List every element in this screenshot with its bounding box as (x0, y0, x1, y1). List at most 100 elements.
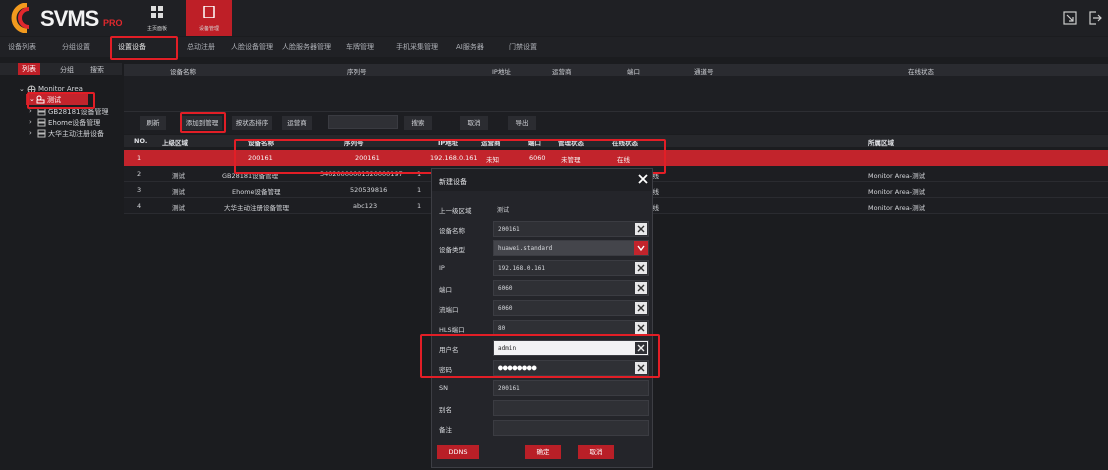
topnav-home-label: 主页面板 (146, 26, 167, 32)
device-name-input[interactable]: 200161 (493, 221, 649, 237)
dialog-title-bar: 新建设备 (432, 169, 652, 191)
highlight-menu-device-settings (110, 36, 178, 60)
refresh-button[interactable]: 刷新 (140, 116, 166, 130)
server-icon (37, 118, 46, 127)
grid-icon (151, 6, 163, 18)
port-input[interactable]: 6060 (493, 280, 649, 296)
cell-ip: 1 (417, 186, 422, 194)
cell-serial: 520539816 (350, 186, 388, 194)
clear-icon[interactable] (635, 322, 647, 334)
field-label: 端口 (439, 286, 452, 294)
menu-access-control[interactable]: 门禁设置 (509, 42, 537, 52)
menu-face-device[interactable]: 人脸设备管理 (231, 42, 273, 52)
ddns-button[interactable]: DDNS (437, 445, 479, 459)
cell-area: Monitor Area-测试 (868, 172, 926, 180)
cell-no: 4 (137, 202, 142, 210)
col-serial[interactable]: 序列号 (347, 66, 367, 76)
search-button[interactable]: 搜索 (404, 116, 432, 130)
server-icon (37, 129, 46, 138)
tab-search[interactable]: 搜索 (90, 65, 104, 75)
tree-collapse-icon[interactable]: › (29, 129, 32, 137)
cell-area: Monitor Area-测试 (868, 188, 926, 196)
brand-edition: PRO (103, 18, 123, 28)
field-parent-area: 上一级区域 测试 (432, 201, 652, 219)
menu-plate[interactable]: 车牌管理 (346, 42, 374, 52)
cell-no: 1 (137, 154, 142, 162)
stream-port-input[interactable]: 6060 (493, 300, 649, 316)
sn-input[interactable]: 200161 (493, 380, 649, 396)
dialog-cancel-button[interactable]: 取消 (578, 445, 614, 459)
menu-active-register[interactable]: 总动注册 (187, 42, 215, 52)
field-value: 6060 (498, 305, 513, 312)
field-device-name: 设备名称 200161 (432, 221, 652, 239)
sort-by-status-button[interactable]: 按状态排序 (232, 116, 272, 130)
close-icon[interactable] (637, 173, 649, 185)
col-operator[interactable]: 运营商 (552, 66, 572, 76)
col-device-name[interactable]: 设备名称 (170, 66, 196, 76)
menu-device-list[interactable]: 设备列表 (8, 42, 36, 52)
alias-input[interactable] (493, 400, 649, 416)
toolbar: 刷新 添加到管理 按状态排序 运营商 搜索 取消 导出 (124, 112, 1108, 134)
col-online[interactable]: 在线状态 (908, 66, 934, 76)
cell-parent-area: 测试 (172, 188, 185, 196)
sidebar-tabs: 列表 分组 搜索 (0, 63, 122, 75)
cell-parent-area: 测试 (172, 172, 185, 180)
menu-face-server[interactable]: 人脸服务器管理 (282, 42, 331, 52)
field-sn: SN 200161 (432, 380, 652, 398)
cell-device-name: Ehome设备管理 (232, 188, 281, 196)
topnav-home[interactable]: 主页面板 (136, 0, 178, 36)
field-label: HLS端口 (439, 326, 465, 334)
field-ip: IP 192.168.0.161 (432, 260, 652, 278)
cell-serial: abc123 (353, 202, 378, 210)
field-alias: 别名 (432, 400, 652, 418)
field-label: 别名 (439, 406, 452, 414)
tree-expand-icon[interactable]: ⌄ (19, 85, 25, 93)
topnav-device[interactable]: 设备管理 (186, 0, 232, 36)
device-type-select[interactable]: huawei.standard (493, 240, 649, 256)
field-label: SN (439, 384, 448, 392)
col-channel[interactable]: 通道号 (694, 66, 714, 76)
clear-icon[interactable] (635, 282, 647, 294)
cancel-button[interactable]: 取消 (460, 116, 488, 130)
sidebar: 列表 分组 搜索 ⌄ Monitor Area ⌄ 测试 › GB28181设备… (0, 63, 122, 470)
logout-icon[interactable] (1088, 11, 1102, 25)
dialog-title: 新建设备 (439, 178, 467, 186)
chevron-down-icon[interactable] (634, 241, 648, 255)
cell-area: Monitor Area-测试 (868, 204, 926, 212)
field-value: 192.168.0.161 (498, 265, 545, 272)
clear-icon[interactable] (635, 223, 647, 235)
brand-name: SVMS (40, 6, 99, 31)
th-area[interactable]: 所属区域 (868, 137, 894, 147)
highlight-tree-node (27, 92, 95, 109)
menu-mobile[interactable]: 手机采集管理 (396, 42, 438, 52)
ip-input[interactable]: 192.168.0.161 (493, 260, 649, 276)
field-value: 200161 (498, 226, 520, 233)
highlight-credentials (420, 334, 660, 378)
field-value: 80 (498, 325, 506, 332)
remark-input[interactable] (493, 420, 649, 436)
tree-node-label: 大华主动注册设备 (48, 130, 104, 138)
parent-area-value: 测试 (493, 201, 649, 217)
export-button[interactable]: 导出 (508, 116, 536, 130)
cell-parent-area: 测试 (172, 204, 185, 212)
search-input[interactable] (328, 115, 398, 129)
logo-mark-icon (11, 3, 30, 33)
confirm-button[interactable]: 确定 (525, 445, 561, 459)
tab-list[interactable]: 列表 (18, 63, 40, 75)
th-parent-area[interactable]: 上级区域 (162, 137, 188, 147)
new-device-dialog: 新建设备 上一级区域 测试 设备名称 200161 设备类型 huawei.st… (431, 168, 653, 468)
col-ip[interactable]: IP地址 (492, 66, 511, 76)
tab-group[interactable]: 分组 (60, 65, 74, 75)
col-port[interactable]: 端口 (627, 66, 640, 76)
tree-collapse-icon[interactable]: › (29, 118, 32, 126)
resize-icon[interactable] (1063, 11, 1077, 25)
cell-ip: 1 (417, 202, 422, 210)
clear-icon[interactable] (635, 302, 647, 314)
th-no[interactable]: NO. (134, 137, 147, 145)
menu-ai-server[interactable]: AI服务器 (456, 42, 484, 52)
operator-button[interactable]: 运营商 (282, 116, 312, 130)
field-device-type: 设备类型 huawei.standard (432, 240, 652, 258)
field-label: 设备类型 (439, 246, 465, 254)
clear-icon[interactable] (635, 262, 647, 274)
menu-group-settings[interactable]: 分组设置 (62, 42, 90, 52)
